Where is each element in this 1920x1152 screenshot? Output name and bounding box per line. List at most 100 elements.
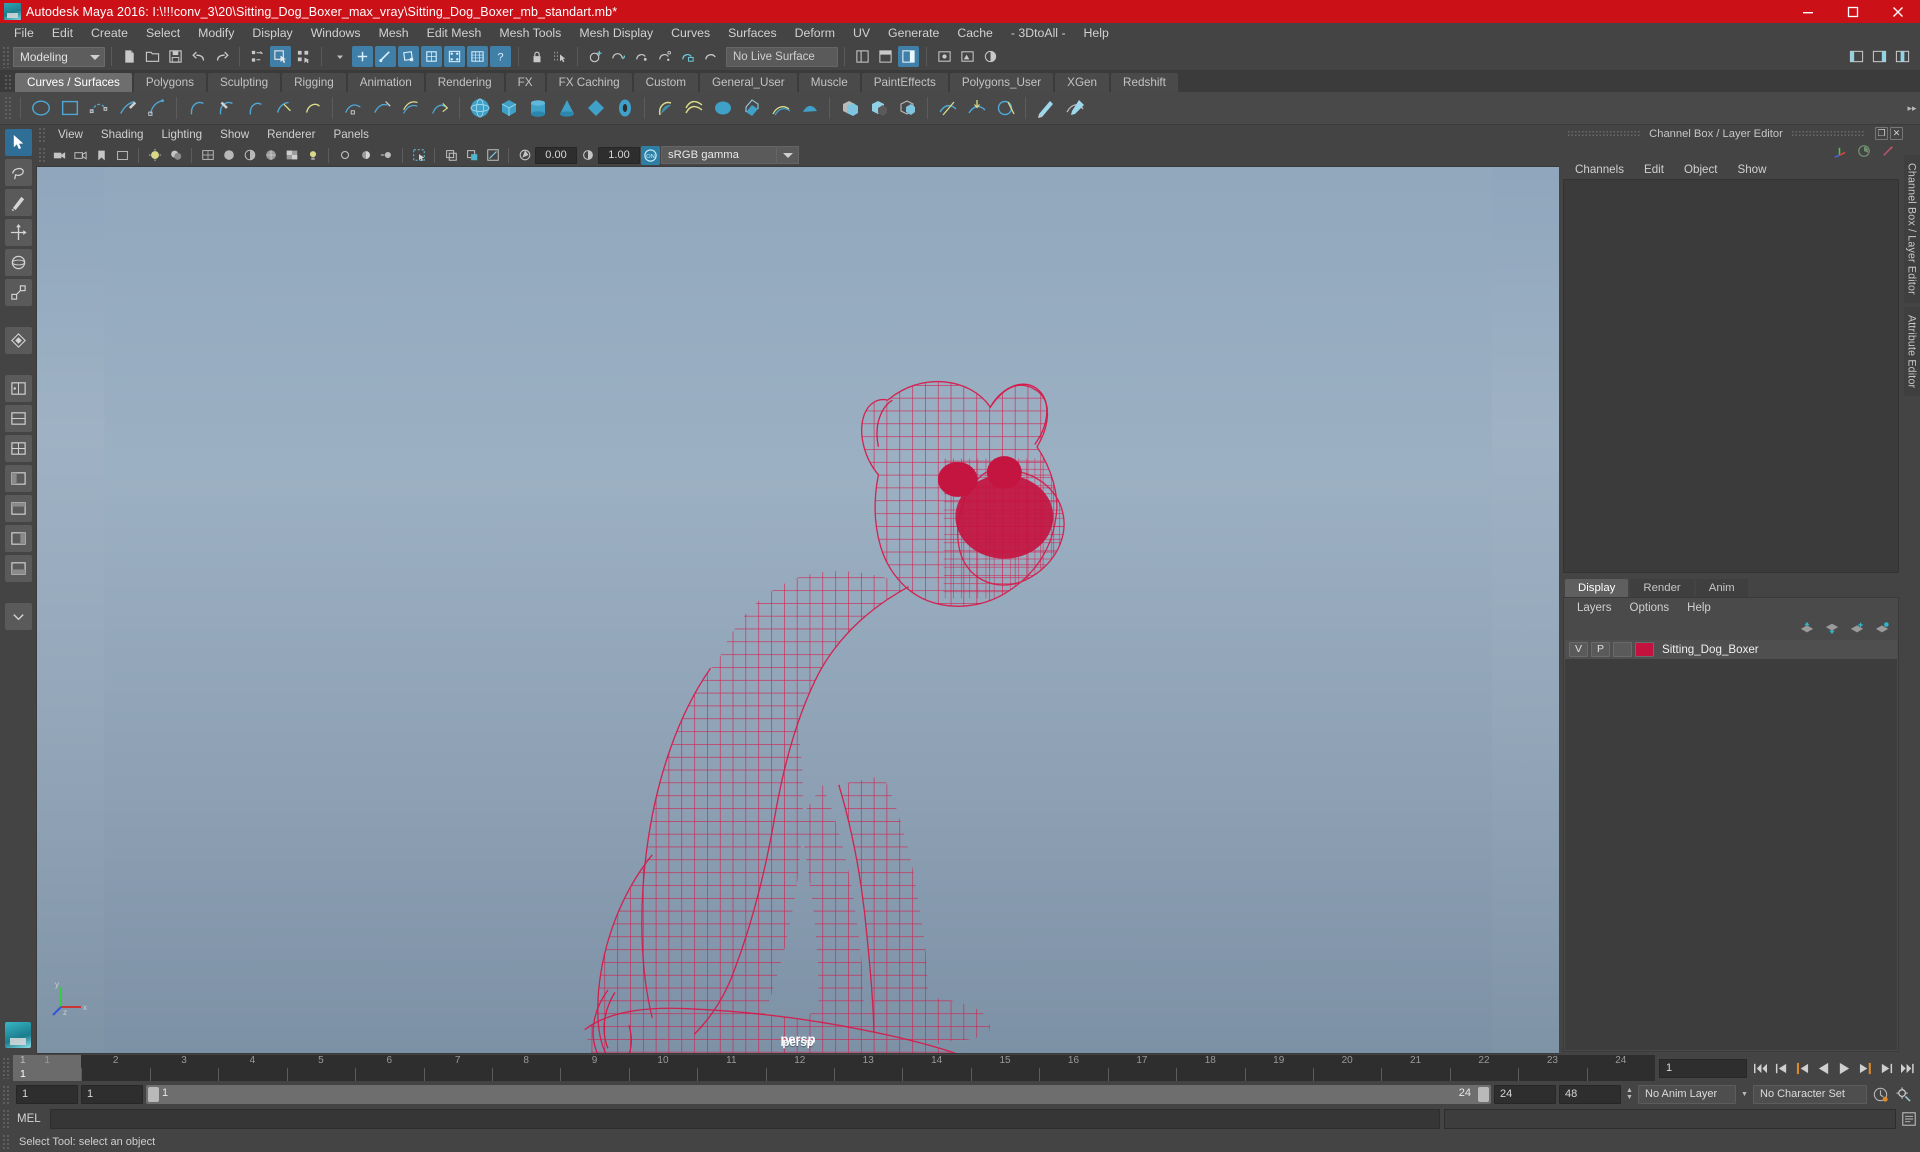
move-layer-up-icon[interactable]: [1799, 621, 1815, 635]
move-layer-down-icon[interactable]: [1824, 621, 1840, 635]
cv-curve-tool-icon[interactable]: [84, 94, 113, 123]
show-hypershade-icon[interactable]: [980, 46, 1001, 67]
channel-menu-object[interactable]: Object: [1674, 163, 1728, 176]
snap-grid-icon[interactable]: [549, 46, 570, 67]
create-layer-from-selected-icon[interactable]: [1874, 621, 1890, 635]
nurbs-plane-icon[interactable]: [581, 94, 610, 123]
last-tool-used-button[interactable]: [4, 327, 32, 354]
nurbs-torus-icon[interactable]: [610, 94, 639, 123]
viewport-menu-shading[interactable]: Shading: [92, 128, 153, 141]
shelf-tab-rendering[interactable]: Rendering: [425, 73, 504, 92]
gamma-field[interactable]: 1.00: [598, 146, 640, 164]
show-render-view-icon[interactable]: [934, 46, 955, 67]
play-forwards-button[interactable]: [1835, 1058, 1853, 1078]
layout-persp-graph-button[interactable]: [4, 555, 32, 582]
menu-item-deform[interactable]: Deform: [786, 23, 844, 43]
time-slider[interactable]: 1 1 1 2 3 4 5 6 7 8 9 10 11 12 13 14 15 16 17 18 19 20 21 22 2…: [13, 1055, 1655, 1081]
menu-item-help[interactable]: Help: [1075, 23, 1118, 43]
viewport-menu-show[interactable]: Show: [211, 128, 258, 141]
reverse-curve-icon[interactable]: [425, 94, 454, 123]
rotate-tool-button[interactable]: [4, 249, 32, 276]
script-editor-button[interactable]: [1898, 1108, 1920, 1130]
go-to-end-button[interactable]: [1898, 1058, 1916, 1078]
shelf-tab-sculpting[interactable]: Sculpting: [207, 73, 281, 92]
shelf-tab-muscle[interactable]: Muscle: [798, 73, 860, 92]
step-forward-key-button[interactable]: [1856, 1058, 1874, 1078]
lock-icon[interactable]: [526, 46, 547, 67]
smooth-shade-selected-icon[interactable]: [240, 146, 259, 165]
intersect-surfaces-icon[interactable]: [933, 94, 962, 123]
manipulator-axes-icon[interactable]: [1832, 144, 1847, 159]
menu-item-cache[interactable]: Cache: [948, 23, 1002, 43]
nurbs-square-icon[interactable]: [55, 94, 84, 123]
animation-curve-icon[interactable]: [1857, 144, 1871, 158]
make-live-icon[interactable]: [700, 46, 721, 67]
menu-item-mesh-display[interactable]: Mesh Display: [570, 23, 662, 43]
nurbs-cone-icon[interactable]: [552, 94, 581, 123]
layer-menu-help[interactable]: Help: [1678, 602, 1720, 614]
booleans-difference-icon[interactable]: [864, 94, 893, 123]
mask-face-icon[interactable]: [398, 46, 419, 67]
layout-more-button[interactable]: [4, 603, 32, 630]
layer-shading-toggle[interactable]: [1613, 641, 1632, 657]
mask-vertex-icon[interactable]: [352, 46, 373, 67]
mask-hull-icon[interactable]: [444, 46, 465, 67]
tab-display-layers[interactable]: Display: [1565, 578, 1629, 597]
create-empty-layer-icon[interactable]: [1849, 621, 1865, 635]
mask-edge-icon[interactable]: [375, 46, 396, 67]
loft-icon[interactable]: [679, 94, 708, 123]
perspective-viewport[interactable]: persp persp y x z: [36, 166, 1559, 1054]
range-slider[interactable]: 1 24: [146, 1084, 1491, 1104]
mask-help-icon[interactable]: ?: [490, 46, 511, 67]
viewport-menu-view[interactable]: View: [49, 128, 92, 141]
step-back-key-button[interactable]: [1793, 1058, 1811, 1078]
lasso-tool-button[interactable]: [4, 159, 32, 186]
go-to-start-button[interactable]: [1751, 1058, 1769, 1078]
current-time-field[interactable]: 1: [1659, 1058, 1747, 1078]
xray-active-components-icon[interactable]: [483, 146, 502, 165]
motion-blur-icon[interactable]: [377, 146, 396, 165]
sidebar-toggle-attrs-icon[interactable]: [1892, 46, 1913, 67]
expression-icon[interactable]: [1881, 144, 1895, 158]
select-camera-icon[interactable]: [50, 146, 69, 165]
undo-icon[interactable]: [188, 46, 209, 67]
camera-attributes-icon[interactable]: [71, 146, 90, 165]
exposure-icon[interactable]: [515, 146, 534, 165]
smooth-shade-all-icon[interactable]: [219, 146, 238, 165]
paint-select-tool-button[interactable]: [4, 189, 32, 216]
isolate-select-icon[interactable]: [409, 146, 428, 165]
viewport-menu-lighting[interactable]: Lighting: [152, 128, 211, 141]
range-slider-right-handle[interactable]: [1478, 1086, 1489, 1102]
snap-to-view-planes-icon[interactable]: [677, 46, 698, 67]
snap-to-grids-icon[interactable]: [585, 46, 606, 67]
gamma-icon[interactable]: [578, 146, 597, 165]
sidebar-toggle-outliner-icon[interactable]: [1846, 46, 1867, 67]
color-management-field[interactable]: sRGB gamma: [661, 146, 777, 164]
playback-start-time-field[interactable]: 1: [81, 1084, 143, 1104]
layer-playback-toggle[interactable]: P: [1591, 641, 1610, 657]
arc-three-point-icon[interactable]: [182, 94, 211, 123]
mask-uv-icon[interactable]: [421, 46, 442, 67]
menu-item-windows[interactable]: Windows: [302, 23, 370, 43]
animation-preferences-button[interactable]: [1893, 1084, 1913, 1104]
channel-box-list[interactable]: [1563, 179, 1899, 573]
nurbs-cube-icon[interactable]: [494, 94, 523, 123]
vtab-attribute-editor[interactable]: Attribute Editor: [1903, 306, 1920, 397]
tab-render-layers[interactable]: Render: [1630, 578, 1694, 597]
viewport-menu-renderer[interactable]: Renderer: [258, 128, 324, 141]
layer-row[interactable]: V P Sitting_Dog_Boxer: [1565, 639, 1897, 659]
channel-menu-edit[interactable]: Edit: [1634, 163, 1674, 176]
show-attribute-editor-icon[interactable]: [898, 46, 919, 67]
menu-item-modify[interactable]: Modify: [189, 23, 243, 43]
panel-close-button[interactable]: ✕: [1890, 127, 1903, 140]
shelf-drag-handle[interactable]: [4, 73, 12, 90]
snap-to-projected-center-icon[interactable]: [654, 46, 675, 67]
menu-item-curves[interactable]: Curves: [662, 23, 719, 43]
shelf-tab-painteffects[interactable]: PaintEffects: [861, 73, 948, 92]
wireframe-shading-icon[interactable]: [198, 146, 217, 165]
move-tool-button[interactable]: [4, 219, 32, 246]
shelf-tab-rigging[interactable]: Rigging: [282, 73, 346, 92]
color-management-toggle-icon[interactable]: ON: [641, 145, 660, 165]
mask-lattice-icon[interactable]: [467, 46, 488, 67]
shelf-tab-polygons[interactable]: Polygons: [133, 73, 206, 92]
